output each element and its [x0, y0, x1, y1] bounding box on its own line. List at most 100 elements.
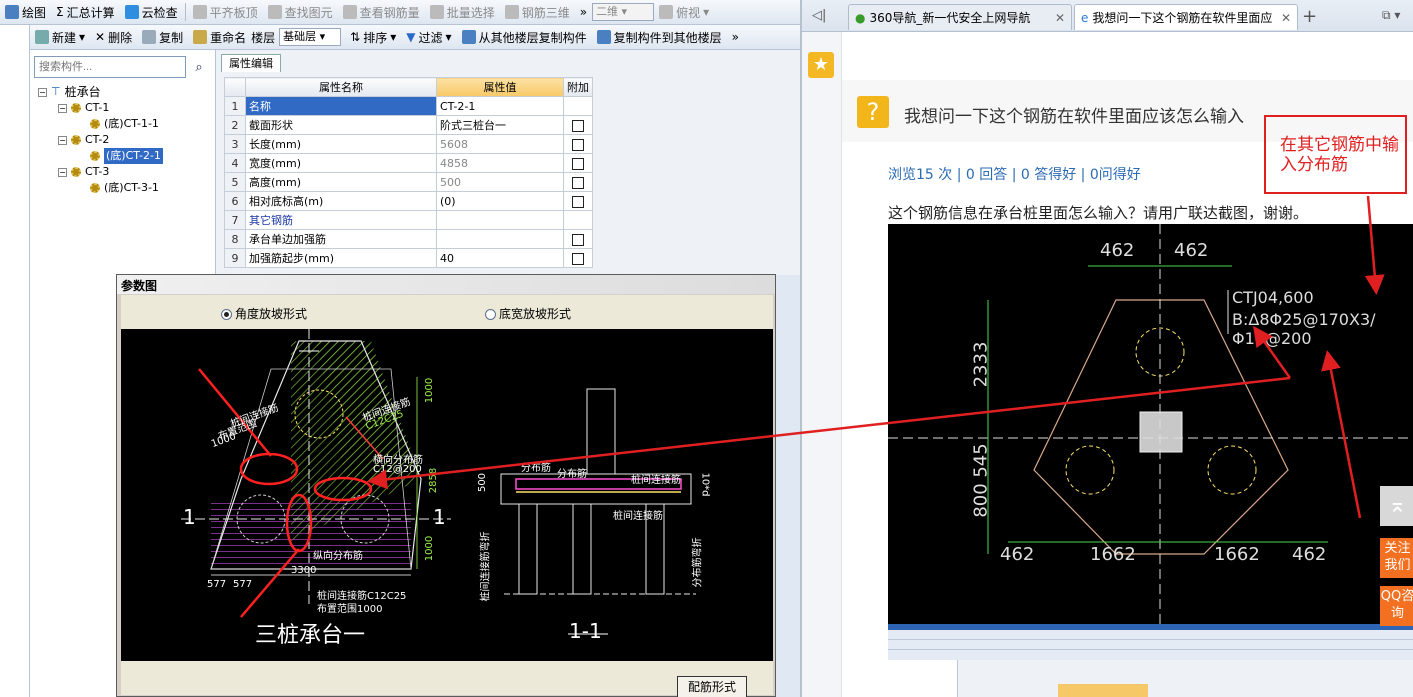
- new-tab-icon[interactable]: +: [1302, 6, 1317, 27]
- align-top-button[interactable]: 平齐板顶: [188, 1, 263, 23]
- tab-question[interactable]: e 我想问一下这个钢筋在软件里面应该 ✕: [1074, 4, 1298, 30]
- new-component-button[interactable]: 新建 ▾: [30, 26, 90, 48]
- tree-node-ct2[interactable]: − CT-2: [58, 132, 109, 148]
- radio-checked-icon[interactable]: [221, 309, 232, 320]
- find-icon: [267, 5, 282, 19]
- view-rebar-button[interactable]: 查看钢筋量: [338, 1, 425, 23]
- filter-button[interactable]: ▼ 过滤 ▾: [401, 26, 456, 48]
- rename-button[interactable]: 重命名: [188, 26, 251, 48]
- rebar-config-button[interactable]: 配筋形式: [677, 676, 747, 697]
- toolbar-more-button[interactable]: »: [575, 1, 592, 23]
- toolbar2-more-button[interactable]: »: [727, 26, 744, 48]
- table-row[interactable]: 2 截面形状 阶式三桩台一: [224, 115, 593, 135]
- radio-angle-slope[interactable]: 角度放坡形式: [221, 305, 307, 322]
- dim-462b: 462: [1174, 240, 1209, 261]
- tab-property-edit[interactable]: 属性编辑: [221, 54, 281, 72]
- mini-sidebar: [888, 660, 958, 697]
- radio-width-slope[interactable]: 底宽放坡形式: [485, 305, 571, 322]
- label-3300: 3300: [291, 565, 317, 576]
- table-row[interactable]: 6 相对底标高(m) (0): [224, 191, 593, 211]
- globe-icon: ●: [855, 10, 866, 25]
- mini-toolbar2: [888, 650, 1413, 660]
- draw-button[interactable]: 绘图: [0, 1, 51, 23]
- calculate-button[interactable]: Σ 汇总计算: [51, 1, 120, 23]
- tree-node-ct3-1[interactable]: (底)CT-3-1: [90, 180, 159, 196]
- table-row[interactable]: 3 长度(mm) 5608: [224, 134, 593, 154]
- extra-checkbox[interactable]: [572, 138, 584, 151]
- header-extra: 附加: [563, 77, 593, 97]
- sort-icon: ⇅: [350, 30, 361, 44]
- copy-from-floor-button[interactable]: 从其他楼层复制构件: [457, 26, 592, 48]
- dim-462a: 462: [1100, 240, 1135, 261]
- find-element-button[interactable]: 查找图元: [263, 1, 338, 23]
- new-icon: [35, 30, 49, 44]
- collapse-icon[interactable]: −: [58, 135, 67, 145]
- copy-to-icon: [596, 30, 611, 44]
- label-577a: 577: [207, 579, 227, 590]
- dim-2333: 2333: [970, 341, 992, 388]
- diagram-caption: 三桩承台一: [255, 623, 366, 648]
- scroll-top-icon[interactable]: ⌅: [1380, 486, 1413, 526]
- label-rebar-spec: B:Δ8Φ25@170X3/Φ10@200: [1232, 310, 1376, 348]
- label-bot-range: 布置范围1000: [317, 604, 383, 615]
- table-row[interactable]: 8 承台单边加强筋: [224, 229, 593, 249]
- tree-node-ct3[interactable]: − CT-3: [58, 164, 109, 180]
- label-2858: 2858: [428, 467, 440, 494]
- table-row[interactable]: 1 名称 CT-2-1: [224, 96, 593, 116]
- sort-button[interactable]: ⇅ 排序 ▾: [345, 26, 401, 48]
- qq-consult-button[interactable]: QQ咨询: [1380, 586, 1413, 626]
- tree-node-ct2-1[interactable]: (底)CT-2-1: [90, 148, 163, 164]
- label-1000a: 1000: [424, 377, 436, 404]
- extra-checkbox[interactable]: [572, 195, 584, 208]
- radio-unchecked-icon[interactable]: [485, 309, 496, 320]
- extra-checkbox[interactable]: [572, 252, 584, 265]
- component-search-input[interactable]: [34, 56, 186, 78]
- tree-node-ct1[interactable]: − CT-1: [58, 100, 109, 116]
- rebar-view-icon: [342, 5, 357, 19]
- dim-800: 800: [970, 483, 992, 518]
- close-icon[interactable]: ✕: [1055, 11, 1065, 25]
- delete-button[interactable]: ✕ 删除: [90, 26, 137, 48]
- left-nav-strip: [0, 25, 30, 697]
- collapse-icon[interactable]: −: [58, 103, 67, 113]
- view-mode-select[interactable]: 俯视 ▾: [654, 1, 714, 23]
- view-dimension-select[interactable]: 二维 ▾: [592, 3, 655, 21]
- favorites-star-icon[interactable]: ★: [808, 52, 834, 78]
- search-icon[interactable]: ⌕: [188, 56, 210, 78]
- parameter-diagram-dialog: 参数图 角度放坡形式 底宽放坡形式 1 1 三桩承台一 1-1 桩间连接筋 布置…: [116, 274, 776, 697]
- extra-checkbox[interactable]: [572, 233, 584, 246]
- delete-icon: ✕: [95, 30, 106, 44]
- table-row[interactable]: 7 其它钢筋: [224, 210, 593, 230]
- question-stats[interactable]: 浏览15 次 | 0 回答 | 0 答得好 | 0问得好: [888, 164, 1141, 184]
- extra-checkbox[interactable]: [572, 157, 584, 170]
- 3d-icon: [504, 5, 519, 19]
- tree-node-ct1-1[interactable]: (底)CT-1-1: [90, 116, 159, 132]
- question-body: 这个钢筋信息在承台桩里面怎么输入？请用广联达截图，谢谢。: [888, 204, 1309, 222]
- floor-select[interactable]: 基础层 ▾: [279, 28, 342, 46]
- copy-to-floor-button[interactable]: 复制构件到其他楼层: [592, 26, 727, 48]
- back-icon[interactable]: ◁|: [812, 8, 826, 23]
- rebar-3d-button[interactable]: 钢筋三维: [500, 1, 575, 23]
- extra-checkbox[interactable]: [572, 119, 584, 132]
- pile-cap-diagram: [181, 329, 696, 635]
- table-row[interactable]: 9 加强筋起步(mm) 40: [224, 248, 593, 268]
- label-577b: 577: [233, 579, 253, 590]
- tab-360-nav[interactable]: ● 360导航_新一代安全上网导航 ✕: [848, 4, 1072, 30]
- component-icon: [71, 135, 81, 145]
- mini-toolbar: [888, 640, 1413, 650]
- extra-checkbox[interactable]: [572, 176, 584, 189]
- batch-select-button[interactable]: 批量选择: [425, 1, 500, 23]
- tree-node-root[interactable]: − ⊤ 桩承台: [38, 84, 101, 100]
- dim-b462b: 462: [1292, 544, 1327, 565]
- cloud-check-button[interactable]: 云检查: [120, 1, 183, 23]
- table-row[interactable]: 5 高度(mm) 500: [224, 172, 593, 192]
- collapse-icon[interactable]: −: [58, 167, 67, 177]
- label-10d: 10*d: [699, 472, 711, 497]
- copy-button[interactable]: 复制: [137, 26, 188, 48]
- table-row[interactable]: 4 宽度(mm) 4858: [224, 153, 593, 173]
- follow-us-button[interactable]: 关注我们: [1380, 538, 1413, 578]
- close-icon[interactable]: ✕: [1281, 11, 1291, 25]
- tab-list-icon[interactable]: ⧉ ▾: [1382, 8, 1400, 23]
- collapse-icon[interactable]: −: [38, 87, 47, 97]
- check-icon: [124, 5, 139, 19]
